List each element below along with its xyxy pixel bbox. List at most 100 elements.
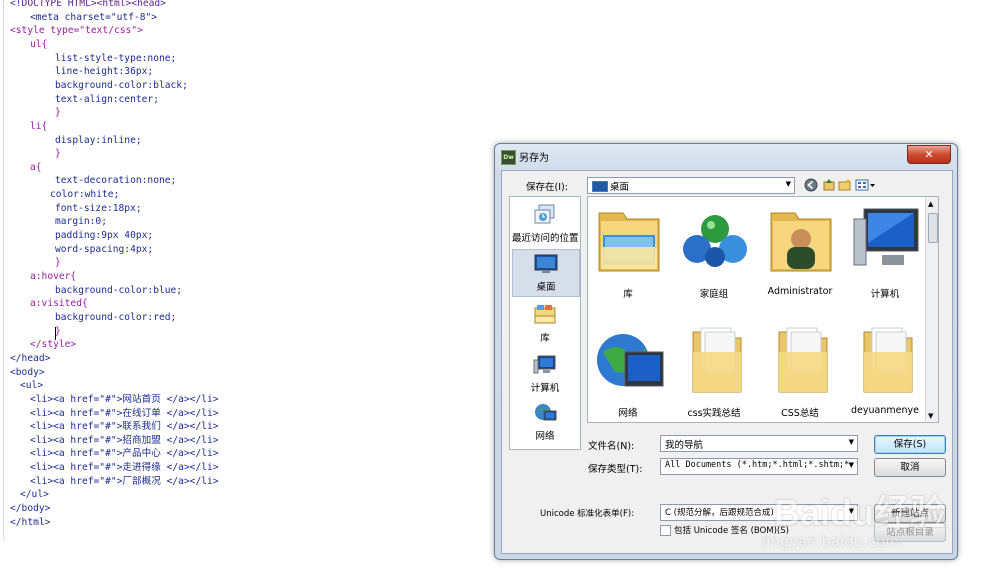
file-item-label: CSS总结 — [781, 408, 819, 419]
user-folder-icon — [770, 212, 832, 272]
back-icon[interactable] — [804, 178, 818, 192]
code-line: background-color:black; — [55, 79, 188, 91]
code-line: li{ — [30, 120, 48, 132]
computer-icon — [533, 355, 556, 374]
save-in-dropdown[interactable]: 桌面 ▼ — [587, 177, 795, 194]
file-item[interactable]: deyuanmenye — [843, 322, 927, 422]
file-item[interactable]: 家庭组 — [672, 203, 756, 315]
code-line: font-size:18px; — [55, 202, 142, 214]
file-item-label: 家庭组 — [699, 289, 729, 300]
filetype-dropdown[interactable]: All Documents (*.htm;*.html;*.shtm;*. ▼ — [660, 458, 858, 475]
code-editor[interactable]: <!DOCTYPE HTML><html><head> <meta charset… — [0, 0, 490, 568]
file-list-scrollbar[interactable]: ▲ ▼ — [925, 197, 938, 422]
new-site-button[interactable]: 新建站点 — [874, 504, 946, 523]
place-library[interactable]: 库 — [512, 301, 578, 347]
file-item[interactable]: 库 — [588, 203, 670, 315]
place-network[interactable]: 网络 — [512, 399, 578, 445]
chevron-down-icon: ▼ — [848, 438, 854, 446]
new-folder-icon[interactable] — [838, 178, 852, 192]
homegroup-icon — [683, 215, 747, 267]
file-item[interactable]: Administrator — [758, 203, 842, 315]
file-item-label: deyuanmenye — [851, 405, 919, 416]
unicode-form-dropdown[interactable]: C (规范分解，后跟规范合成) ▼ — [660, 504, 858, 521]
folder-icon — [692, 327, 742, 393]
place-label: 最近访问的位置 — [512, 233, 579, 244]
unicode-form-label: Unicode 标准化表单(F): — [540, 509, 635, 519]
place-recent[interactable]: 最近访问的位置 — [512, 201, 579, 247]
chevron-down-icon: ▼ — [785, 180, 791, 188]
save-in-value: 桌面 — [610, 182, 630, 193]
dreamweaver-app-icon: Dw — [501, 150, 516, 165]
library-icon — [534, 305, 556, 324]
scroll-up-icon[interactable]: ▲ — [928, 200, 933, 208]
folder-icon — [863, 327, 913, 393]
place-label: 桌面 — [536, 282, 556, 293]
file-item-label: 网络 — [618, 408, 638, 419]
code-line: <li><a href="#">在线订单 </a></li> — [30, 407, 219, 419]
file-item[interactable]: 网络 — [588, 322, 670, 422]
code-line: </style> — [30, 339, 77, 351]
filename-input[interactable]: 我的导航 ▼ — [660, 435, 858, 452]
network-icon — [535, 404, 557, 421]
close-button[interactable]: ✕ — [907, 145, 951, 164]
bom-checkbox-label: 包括 Unicode 签名 (BOM)(S) — [674, 526, 789, 536]
filename-value: 我的导航 — [665, 440, 704, 451]
code-line: background-color:red; — [55, 311, 177, 323]
file-item[interactable]: 计算机 — [843, 203, 927, 315]
code-line: word-spacing:4px; — [55, 243, 154, 255]
up-folder-icon[interactable] — [822, 178, 836, 192]
filetype-label: 保存类型(T): — [588, 464, 643, 475]
code-line: <style type="text/css"> — [10, 25, 143, 37]
code-line: </html> — [10, 516, 51, 528]
code-line: text-decoration:none; — [55, 175, 177, 187]
filetype-value: All Documents (*.htm;*.html;*.shtm;*. — [665, 460, 855, 470]
dialog-title: 另存为 — [519, 153, 549, 164]
unicode-form-value: C (规范分解，后跟规范合成) — [665, 508, 774, 518]
code-line: a{ — [30, 161, 42, 173]
place-desktop[interactable]: 桌面 — [512, 249, 580, 297]
code-line: margin:0; — [55, 216, 107, 228]
file-item-label: 计算机 — [870, 289, 900, 300]
save-button[interactable]: 保存(S) — [874, 435, 946, 454]
scroll-down-icon[interactable]: ▼ — [928, 412, 933, 420]
code-line: ul{ — [30, 38, 48, 50]
bom-checkbox[interactable] — [660, 525, 671, 536]
chevron-down-icon: ▼ — [848, 461, 854, 469]
site-root-button[interactable]: 站点根目录 — [874, 523, 946, 542]
computer-icon — [853, 208, 919, 266]
code-line: <li><a href="#">走进得缘 </a></li> — [30, 462, 219, 474]
code-line: <li><a href="#">联系我们 </a></li> — [30, 421, 219, 433]
desktop-small-icon — [592, 181, 608, 192]
text-cursor — [55, 327, 56, 340]
place-label: 网络 — [535, 431, 555, 442]
file-item-label: 库 — [623, 289, 633, 300]
code-line: </head> — [10, 352, 51, 364]
place-label: 计算机 — [530, 383, 560, 394]
code-line: text-align:center; — [55, 93, 159, 105]
view-menu-icon[interactable] — [855, 178, 877, 192]
place-computer[interactable]: 计算机 — [512, 351, 578, 397]
code-line: padding:9px 40px; — [55, 230, 154, 242]
places-bar: 最近访问的位置 桌面 库 计算机 网络 — [509, 196, 581, 450]
recent-places-icon — [534, 204, 555, 224]
code-line: <meta charset="utf-8"> — [30, 11, 158, 23]
file-item[interactable]: CSS总结 — [758, 322, 842, 422]
file-list[interactable]: 库 家庭组 Administrator 计算机网络 css实践总结 CSS总结 deyuan… — [587, 196, 939, 423]
file-item[interactable]: css实践总结 — [672, 322, 756, 422]
library-folder-icon — [598, 212, 660, 272]
save-as-dialog: Dw 另存为 ✕ 保存在(I): 桌面 ▼ 最近访问的位置 桌面 库 计算机 网… — [494, 143, 958, 560]
file-item-label: css实践总结 — [687, 408, 741, 419]
code-line: <li><a href="#">网站首页 </a></li> — [30, 393, 219, 405]
code-line: a:visited{ — [30, 298, 88, 310]
scroll-thumb[interactable] — [928, 213, 938, 243]
code-line: a:hover{ — [30, 271, 77, 282]
code-line: line-height:36px; — [55, 66, 154, 78]
filename-label: 文件名(N): — [588, 441, 635, 452]
network-icon — [597, 334, 664, 387]
dialog-titlebar[interactable]: Dw 另存为 ✕ — [495, 144, 957, 170]
code-line: list-style-type:none; — [55, 52, 177, 64]
save-in-label: 保存在(I): — [526, 182, 568, 193]
file-item-label: Administrator — [767, 286, 833, 297]
cancel-button[interactable]: 取消 — [874, 458, 946, 477]
place-label: 库 — [540, 333, 550, 344]
